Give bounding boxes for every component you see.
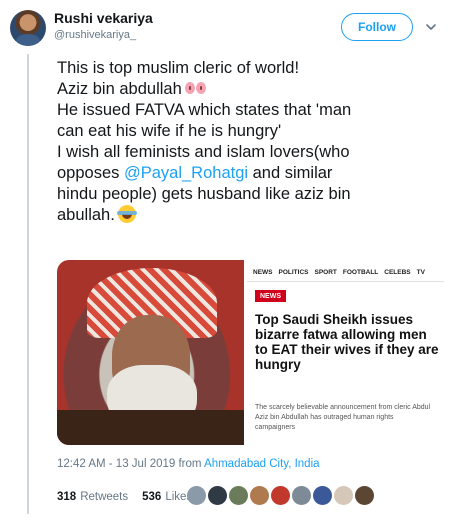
tweet-line-text: and similar <box>248 164 333 182</box>
liker-avatar[interactable] <box>271 486 290 505</box>
tweet-line-text: Aziz bin abdullah <box>57 80 182 98</box>
news-article-screenshot: NEWS POLITICS SPORT FOOTBALL CELEBS TV NEWS T… <box>247 260 444 445</box>
tweet-line-text: abullah. <box>57 206 115 224</box>
tears-of-joy-emoji-icon <box>116 205 137 223</box>
retweets-label[interactable]: Retweets <box>80 491 128 503</box>
tweet-line: hindu people) gets husband like aziz bin <box>57 185 351 203</box>
liker-avatars <box>187 486 374 506</box>
follow-button[interactable]: Follow <box>341 13 413 41</box>
author-name[interactable]: Rushi vekariya <box>54 10 153 26</box>
retweets-count[interactable]: 318 <box>57 491 76 503</box>
timestamp-time[interactable]: 12:42 AM - 13 Jul 2019 from <box>57 458 204 470</box>
news-badge: NEWS <box>255 290 286 302</box>
article-headline: Top Saudi Sheikh issues bizarre fatwa al… <box>255 312 439 372</box>
tweet-line: He issued FATVA which states that 'man <box>57 101 352 119</box>
likes-count[interactable]: 536 <box>142 491 161 503</box>
liker-avatar[interactable] <box>229 486 248 505</box>
tweet-line-text: opposes <box>57 164 124 182</box>
attached-image[interactable]: NEWS POLITICS SPORT FOOTBALL CELEBS TV NEWS T… <box>57 260 444 445</box>
tweet-text: This is top muslim cleric of world! Aziz… <box>57 58 442 226</box>
liker-avatar[interactable] <box>187 486 206 505</box>
liker-avatar[interactable] <box>250 486 269 505</box>
tweet-header: Rushi vekariya @rushivekariya_ Follow <box>10 8 442 48</box>
tweet-timestamp: 12:42 AM - 13 Jul 2019 from Ahmadabad Ci… <box>57 458 320 470</box>
author-avatar[interactable] <box>10 10 46 46</box>
news-nav-item: CELEBS <box>384 269 411 276</box>
article-subtext: The scarcely believable announcement fro… <box>255 404 431 431</box>
pig-nose-emoji-icon <box>184 80 207 96</box>
news-nav-item: FOOTBALL <box>342 269 379 276</box>
chevron-down-icon[interactable] <box>424 20 438 34</box>
mention-link[interactable]: @Payal_Rohatgi <box>124 164 248 182</box>
liker-avatar[interactable] <box>292 486 311 505</box>
tweet-line: can eat his wife if he is hungry' <box>57 122 282 140</box>
tweet-line-with-mention: opposes @Payal_Rohatgi and similar <box>57 163 442 184</box>
tweet-line: I wish all feminists and islam lovers(wh… <box>57 143 350 161</box>
liker-avatar[interactable] <box>313 486 332 505</box>
robe <box>57 410 244 445</box>
tweet-line-with-emoji: Aziz bin abdullah <box>57 79 442 100</box>
timestamp-location[interactable]: Ahmadabad City, India <box>204 458 320 470</box>
liker-avatar[interactable] <box>208 486 227 505</box>
liker-avatar[interactable] <box>355 486 374 505</box>
news-nav-item: NEWS <box>253 269 273 276</box>
news-nav-item: TV <box>416 269 425 276</box>
tweet-line: This is top muslim cleric of world! <box>57 59 300 77</box>
thread-line <box>27 54 29 514</box>
cleric-photo <box>57 260 244 445</box>
news-nav-item: POLITICS <box>278 269 309 276</box>
author-handle[interactable]: @rushivekariya_ <box>54 29 136 41</box>
tweet-stats: 318 Retweets 536 Likes <box>57 489 192 505</box>
news-site-nav: NEWS POLITICS SPORT FOOTBALL CELEBS TV <box>247 264 444 282</box>
tweet-line-with-emoji: abullah. <box>57 205 442 226</box>
news-nav-item: SPORT <box>314 269 337 276</box>
liker-avatar[interactable] <box>334 486 353 505</box>
